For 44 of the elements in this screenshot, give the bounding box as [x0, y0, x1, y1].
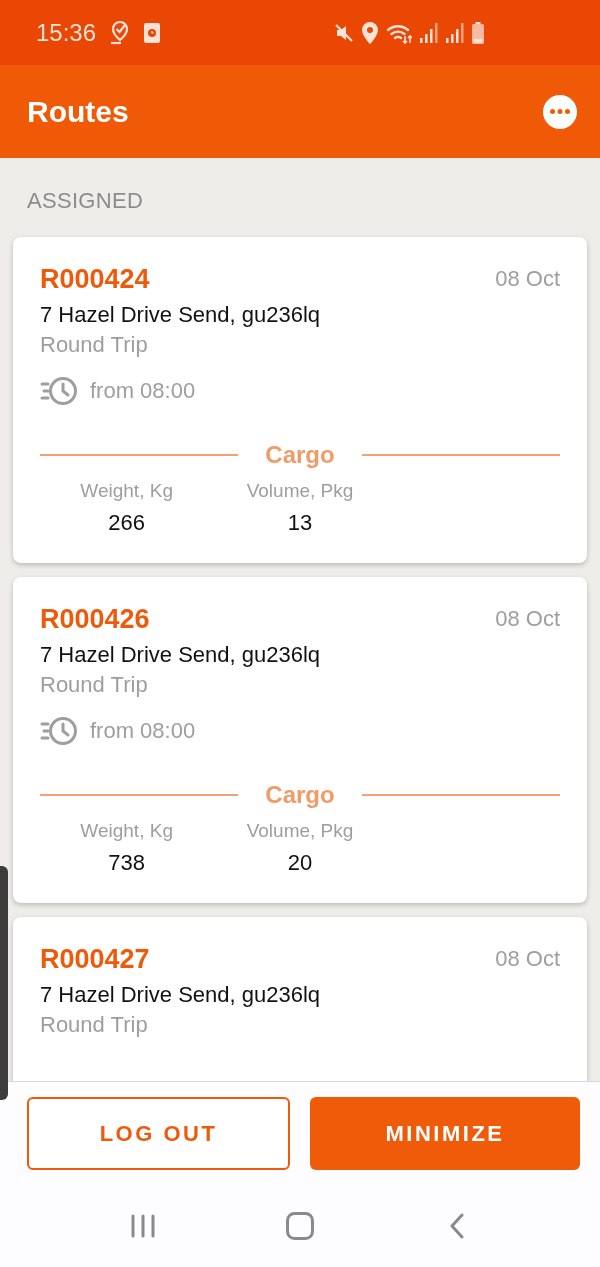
route-card[interactable]: R000426 08 Oct 7 Hazel Drive Send, gu236lq Round Trip from 08:00 Cargo Weight, Kg 738 Volume, Pkg 20 — [13, 577, 587, 903]
route-card[interactable]: R000427 08 Oct 7 Hazel Drive Send, gu236lq Round Trip — [13, 917, 587, 1081]
fast-clock-icon — [40, 716, 78, 746]
location-icon — [362, 21, 378, 44]
route-id: R000426 — [40, 605, 150, 633]
trip-type: Round Trip — [40, 331, 148, 359]
signal-icon — [446, 22, 464, 43]
battery-icon — [472, 21, 484, 44]
metric-label: Volume, Pkg — [246, 479, 354, 503]
route-address: 7 Hazel Drive Send, gu236lq — [40, 981, 321, 1009]
route-date: 08 Oct — [495, 605, 560, 633]
mute-icon — [334, 22, 354, 43]
edge-panel-handle[interactable] — [0, 866, 8, 1100]
cargo-heading: Cargo — [265, 441, 335, 469]
route-address: 7 Hazel Drive Send, gu236lq — [40, 301, 321, 329]
trip-type: Round Trip — [40, 671, 148, 699]
more-button[interactable] — [543, 94, 577, 129]
fast-clock-icon — [40, 376, 78, 406]
start-time: from 08:00 — [90, 717, 196, 745]
home-icon[interactable] — [286, 1211, 314, 1240]
section-heading: ASSIGNED — [27, 189, 144, 213]
route-card[interactable]: R000424 08 Oct 7 Hazel Drive Send, gu236lq Round Trip from 08:00 Cargo Weight, Kg 266 Volume, Pkg 13 — [13, 237, 587, 563]
status-time: 15:36 — [36, 18, 97, 47]
metric-label: Volume, Pkg — [246, 819, 354, 843]
cargo-heading: Cargo — [265, 781, 335, 809]
route-date: 08 Oct — [495, 945, 560, 973]
metric-value: 13 — [287, 509, 313, 537]
route-id: R000424 — [40, 265, 150, 293]
back-icon[interactable] — [449, 1212, 464, 1239]
calendar-clock-icon — [144, 22, 161, 43]
page-title: Routes — [27, 93, 129, 130]
metric-value: 266 — [108, 509, 145, 537]
start-time: from 08:00 — [90, 377, 196, 405]
metric-value: 738 — [108, 849, 145, 877]
signal-icon — [420, 22, 438, 43]
metric-label: Weight, Kg — [80, 819, 173, 843]
metric-label: Weight, Kg — [80, 479, 173, 503]
route-date: 08 Oct — [495, 265, 560, 293]
recent-apps-icon[interactable] — [131, 1213, 156, 1238]
route-id: R000427 — [40, 945, 150, 973]
ellipsis-icon — [550, 109, 570, 114]
metric-value: 20 — [287, 849, 313, 877]
route-address: 7 Hazel Drive Send, gu236lq — [40, 641, 321, 669]
trip-type: Round Trip — [40, 1011, 148, 1039]
